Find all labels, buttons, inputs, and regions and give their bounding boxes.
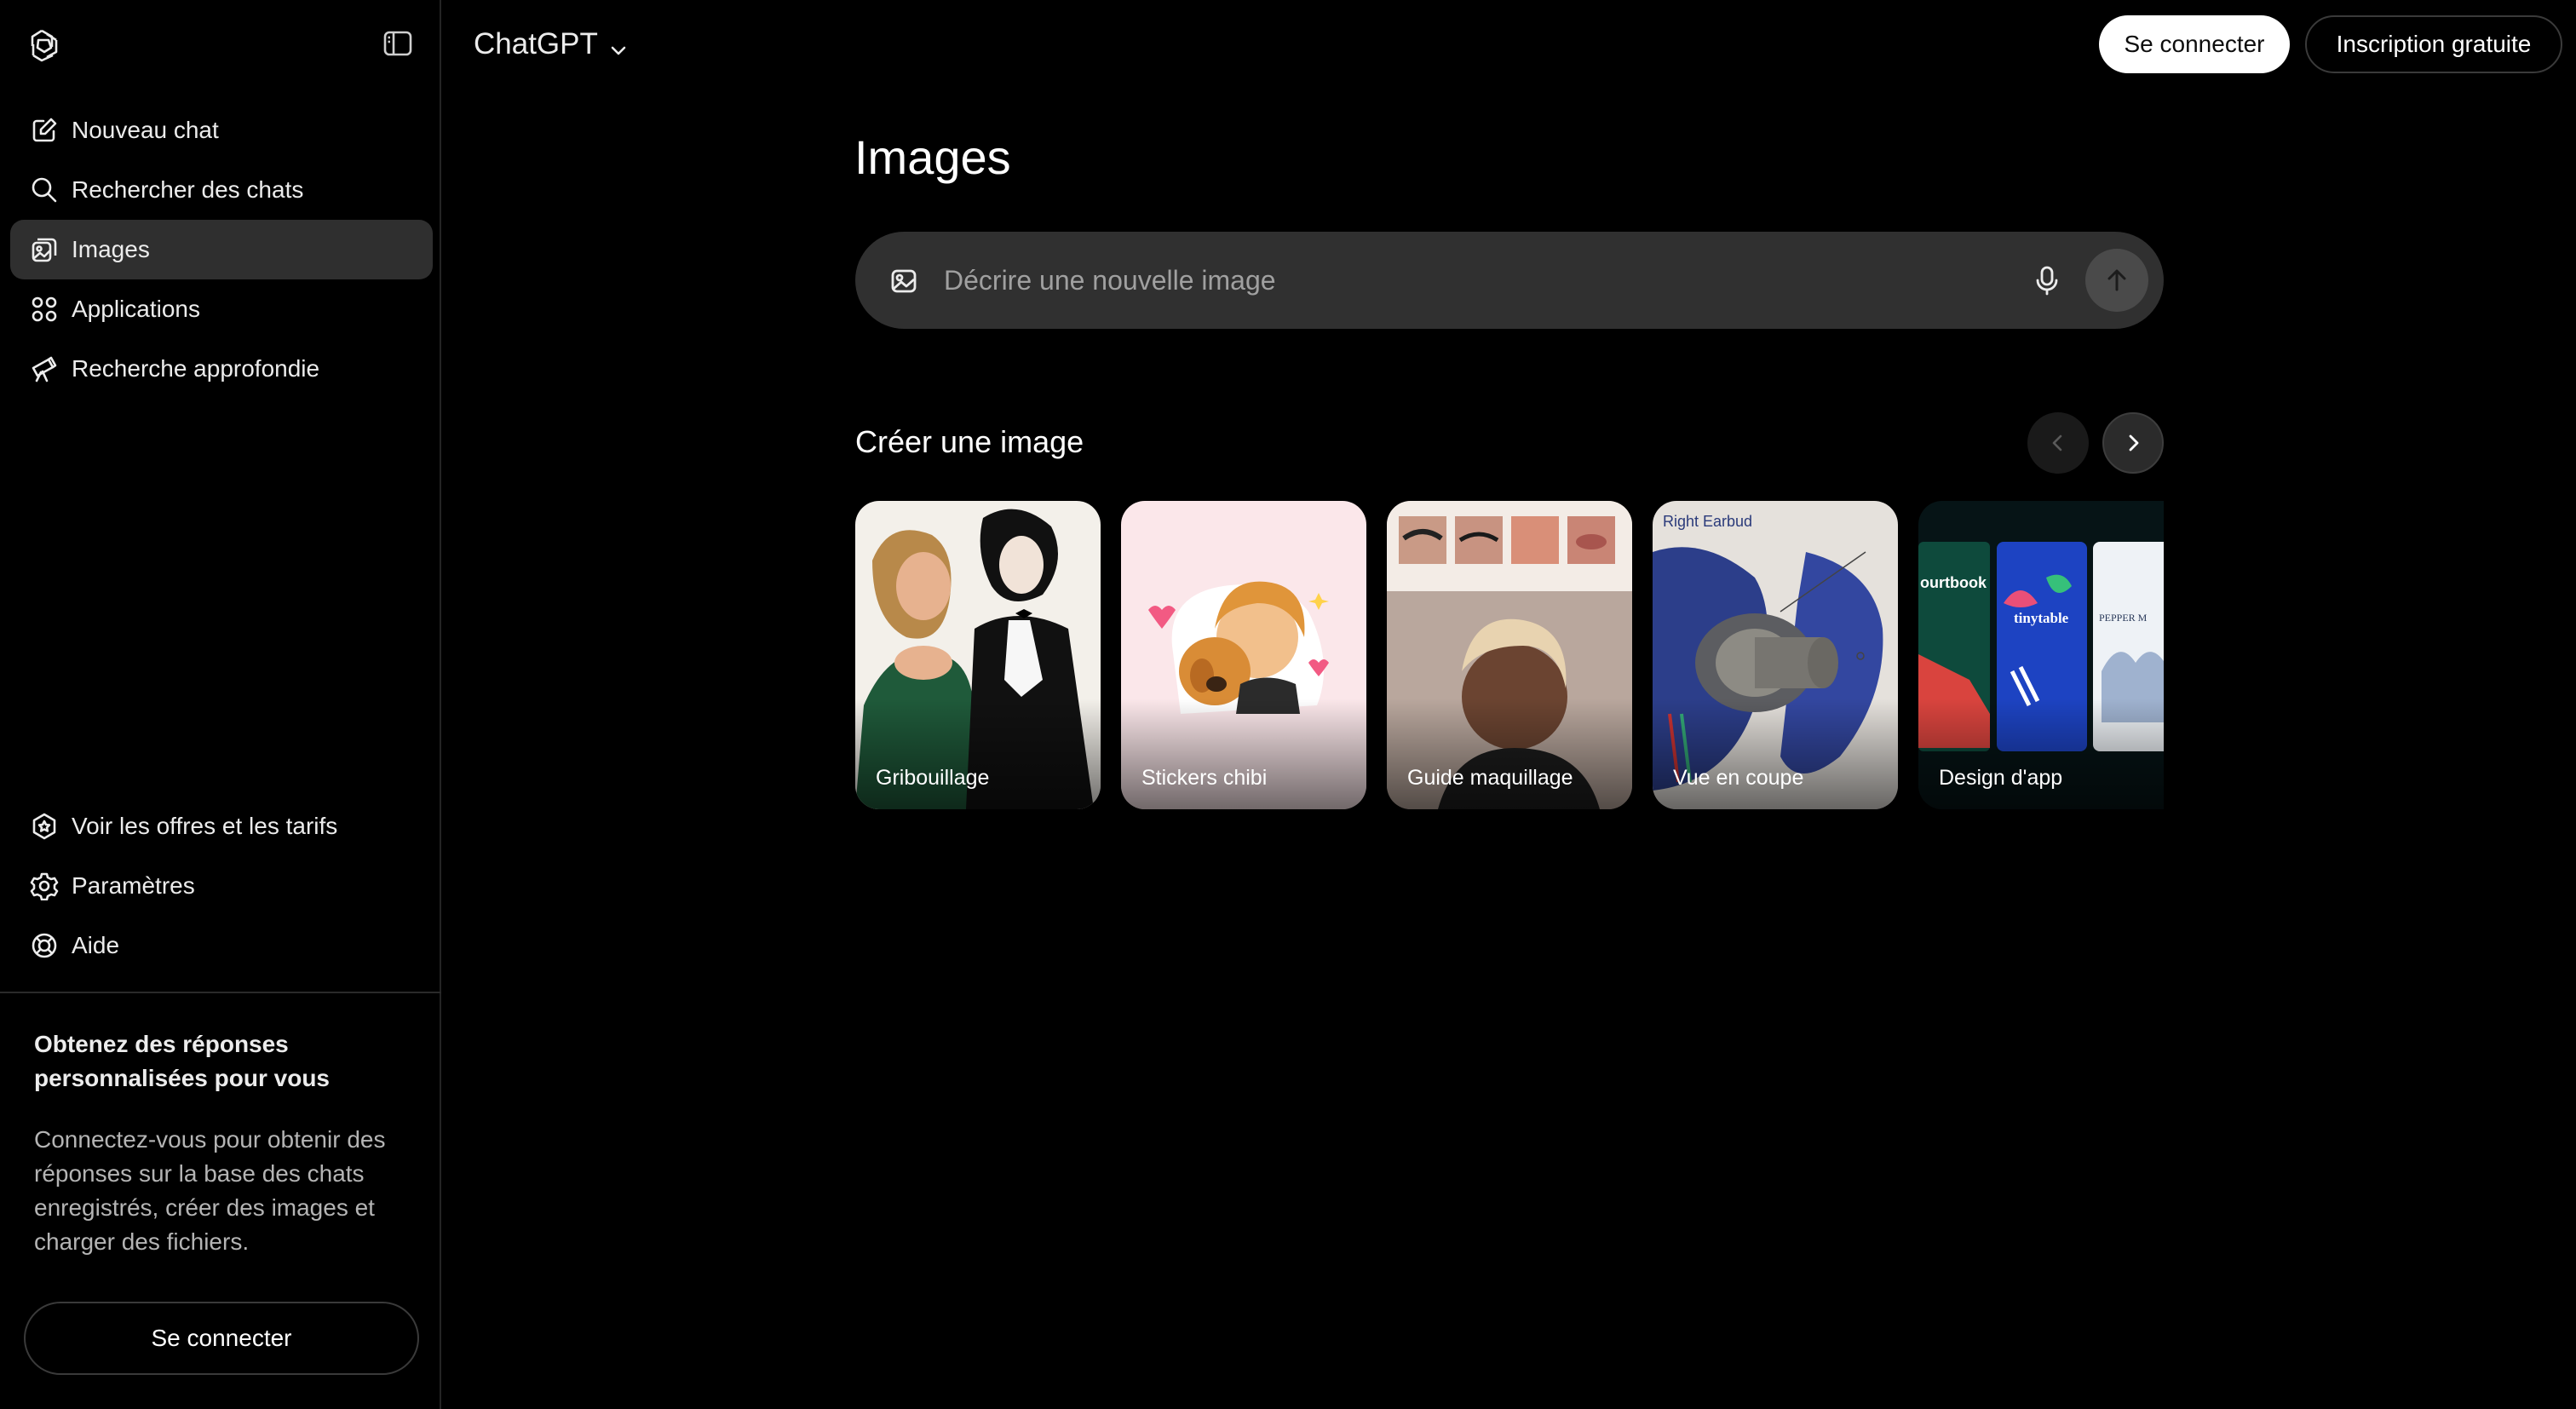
app-design-image-text: ourtbook bbox=[1920, 574, 1987, 591]
telescope-icon bbox=[29, 354, 60, 384]
chevron-left-icon bbox=[2052, 434, 2062, 451]
image-prompt-box bbox=[855, 232, 2164, 329]
sidebar-bottom-nav: Voir les offres et les tarifs Paramètres… bbox=[10, 797, 433, 975]
promo-text: Connectez-vous pour obtenir des réponses… bbox=[34, 1126, 386, 1255]
apps-grid-icon bbox=[29, 294, 60, 325]
sidebar-login-button[interactable]: Se connecter bbox=[24, 1302, 419, 1375]
image-prompt-input[interactable] bbox=[944, 249, 1966, 312]
gear-icon bbox=[29, 871, 60, 901]
sidebar-item-label: Recherche approfondie bbox=[72, 355, 320, 382]
sidebar-item-label: Applications bbox=[72, 296, 200, 322]
sidebar-item-settings[interactable]: Paramètres bbox=[10, 856, 433, 916]
card-guide-maquillage[interactable]: Guide maquillage bbox=[1387, 501, 1632, 809]
sidebar: Nouveau chat Rechercher des chats Images… bbox=[0, 0, 441, 1409]
page-title: Images bbox=[854, 130, 1011, 184]
earbud-image-text: Right Earbud bbox=[1663, 513, 1753, 530]
model-selector-label: ChatGPT bbox=[474, 27, 598, 60]
app-design-image-text: PEPPER M bbox=[2099, 612, 2148, 624]
card-gribouillage[interactable]: Gribouillage bbox=[855, 501, 1101, 809]
card-label: Gribouillage bbox=[876, 766, 990, 790]
card-label: Vue en coupe bbox=[1673, 766, 1804, 790]
chevron-right-icon bbox=[2129, 434, 2139, 451]
microphone-icon[interactable] bbox=[2029, 262, 2065, 298]
signup-button[interactable]: Inscription gratuite bbox=[2305, 15, 2562, 73]
card-label: Stickers chibi bbox=[1141, 766, 1268, 790]
card-shade bbox=[1653, 699, 1898, 809]
edit-icon bbox=[29, 115, 60, 146]
sidebar-toggle-icon[interactable] bbox=[382, 27, 414, 60]
sidebar-item-search-chats[interactable]: Rechercher des chats bbox=[10, 160, 433, 220]
sidebar-item-label: Paramètres bbox=[72, 872, 195, 899]
card-design-app[interactable]: ourtbook tinytable PEPPER M Design d'app bbox=[1918, 501, 2164, 809]
sidebar-item-deep-research[interactable]: Recherche approfondie bbox=[10, 339, 433, 399]
sidebar-item-label: Voir les offres et les tarifs bbox=[72, 813, 338, 839]
sidebar-item-new-chat[interactable]: Nouveau chat bbox=[10, 101, 433, 160]
sidebar-nav: Nouveau chat Rechercher des chats Images… bbox=[10, 101, 433, 399]
sidebar-item-label: Aide bbox=[72, 932, 120, 958]
sidebar-item-label: Rechercher des chats bbox=[72, 176, 304, 203]
section-title: Créer une image bbox=[855, 424, 1084, 459]
help-lifebuoy-icon bbox=[29, 930, 60, 961]
card-shade bbox=[855, 699, 1101, 809]
chevron-down-icon bbox=[608, 34, 629, 55]
card-label: Design d'app bbox=[1939, 766, 2063, 790]
arrow-up-icon bbox=[2107, 269, 2126, 291]
card-shade bbox=[1387, 699, 1632, 809]
image-style-carousel: Gribouillage Stickers chibi Guide maquil… bbox=[855, 501, 2164, 809]
sidebar-item-help[interactable]: Aide bbox=[10, 916, 433, 975]
sidebar-divider bbox=[0, 992, 441, 993]
card-label: Guide maquillage bbox=[1407, 766, 1573, 790]
images-icon bbox=[29, 234, 60, 265]
image-upload-icon[interactable] bbox=[888, 264, 920, 296]
sidebar-item-plans[interactable]: Voir les offres et les tarifs bbox=[10, 797, 433, 856]
sidebar-item-images[interactable]: Images bbox=[10, 220, 433, 279]
promo-title: Obtenez des réponses personnalisées pour… bbox=[34, 1031, 330, 1091]
card-vue-en-coupe[interactable]: Right Earbud Vue en coupe bbox=[1653, 501, 1898, 809]
search-icon bbox=[29, 175, 60, 205]
card-shade bbox=[1121, 699, 1366, 809]
card-shade bbox=[1918, 699, 2164, 809]
send-button[interactable] bbox=[2085, 249, 2148, 312]
openai-logo-icon[interactable] bbox=[26, 26, 63, 63]
login-button[interactable]: Se connecter bbox=[2099, 15, 2290, 73]
carousel-next-button[interactable] bbox=[2102, 412, 2164, 474]
sidebar-item-label: Images bbox=[72, 236, 150, 262]
card-stickers-chibi[interactable]: Stickers chibi bbox=[1121, 501, 1366, 809]
carousel-prev-button[interactable] bbox=[2027, 412, 2089, 474]
sidebar-item-applications[interactable]: Applications bbox=[10, 279, 433, 339]
model-selector[interactable]: ChatGPT bbox=[474, 24, 629, 65]
plans-icon bbox=[29, 811, 60, 842]
sidebar-item-label: Nouveau chat bbox=[72, 117, 219, 143]
app-design-image-text: tinytable bbox=[2014, 610, 2069, 626]
